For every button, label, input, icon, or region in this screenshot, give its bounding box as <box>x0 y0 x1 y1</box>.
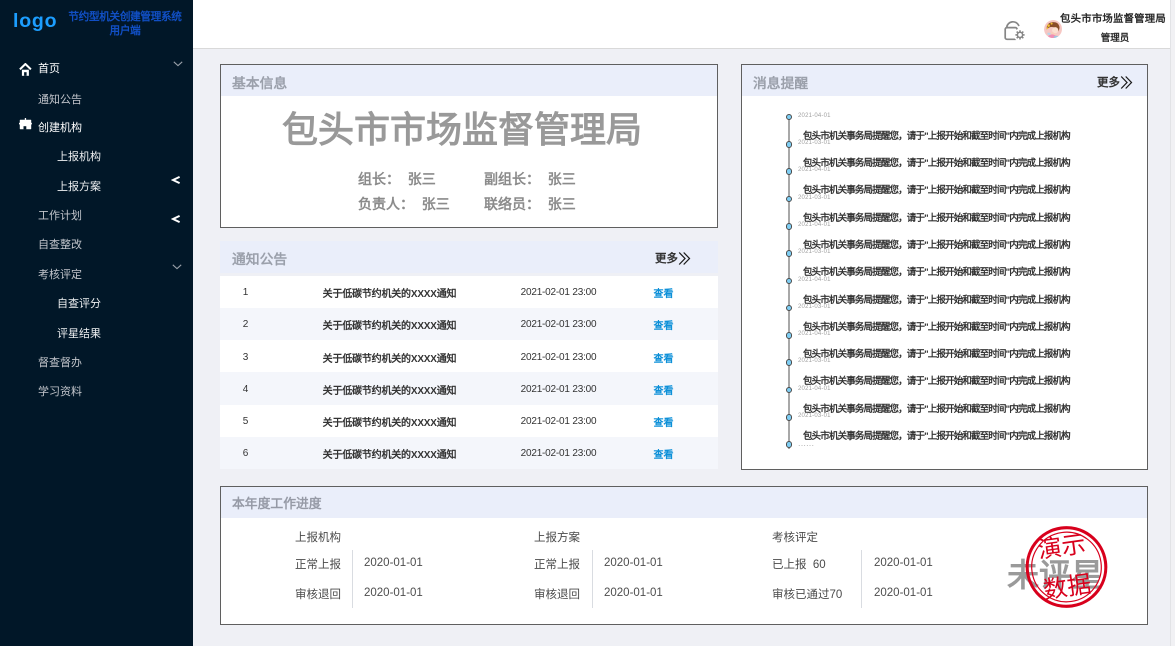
svg-text:数据: 数据 <box>1042 571 1093 604</box>
